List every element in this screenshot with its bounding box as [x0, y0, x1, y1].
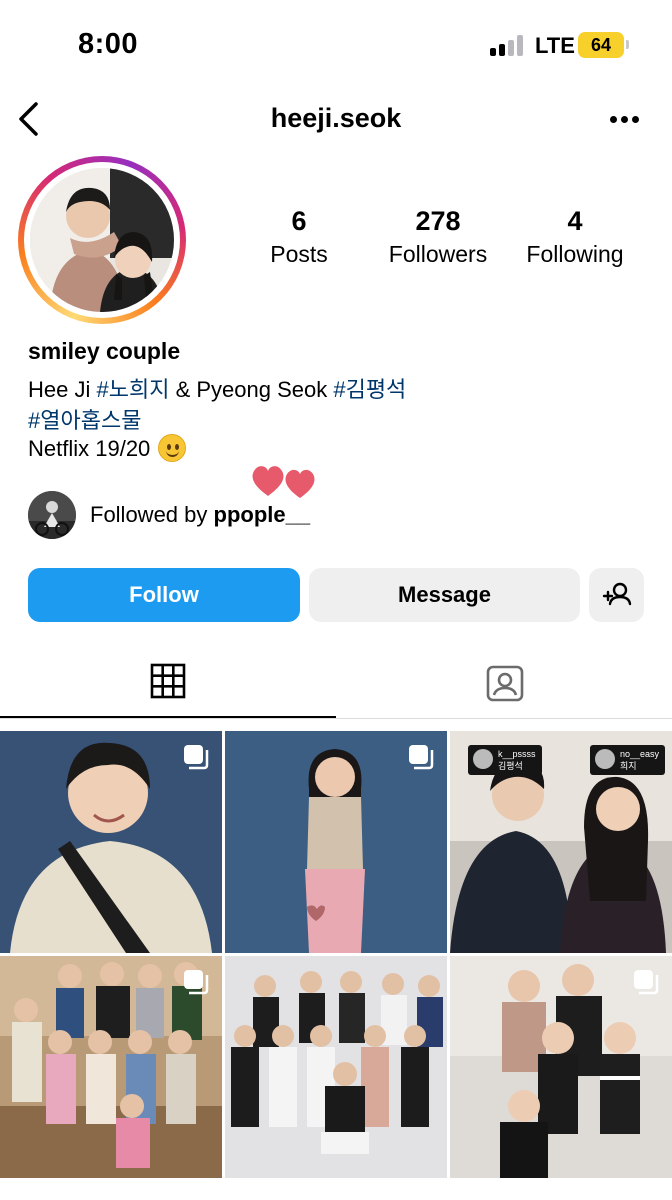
post-thumbnail[interactable] — [225, 956, 447, 1178]
bio-line-3: Netflix 19/20 — [28, 434, 187, 462]
profile-display-name: smiley couple — [28, 338, 181, 364]
hashtag-link[interactable]: #김평석 — [333, 377, 406, 402]
avatar-story-ring[interactable] — [18, 156, 186, 324]
bio-text: Hee Ji — [28, 377, 97, 402]
followers-label: Followers — [388, 241, 488, 267]
stat-followers[interactable]: 278 Followers — [380, 206, 496, 268]
tab-divider — [0, 718, 672, 719]
stat-following[interactable]: 4 Following — [518, 206, 632, 268]
story-tag-handle: no__easy — [620, 749, 660, 759]
battery-level: 64 — [578, 32, 624, 58]
followed-by-username[interactable]: ppople__ — [214, 502, 311, 527]
heart-icon — [250, 462, 320, 502]
multiple-posts-icon — [182, 743, 210, 771]
post-thumbnail[interactable] — [225, 731, 447, 953]
grid-icon[interactable] — [150, 663, 186, 699]
posts-label: Posts — [270, 241, 328, 267]
bio-line-1: Hee Ji #노희지 & Pyeong Seok #김평석 — [28, 372, 406, 404]
following-label: Following — [526, 241, 624, 267]
multiple-posts-icon — [182, 968, 210, 996]
avatar — [30, 168, 174, 312]
stat-posts: 6 Posts — [264, 206, 334, 268]
post-thumbnail[interactable] — [0, 731, 222, 953]
smiling-face-icon — [158, 434, 187, 462]
status-time: 8:00 — [78, 28, 139, 60]
suggest-users-button[interactable] — [589, 568, 644, 622]
signal-strength-icon — [490, 34, 526, 56]
followed-by-text[interactable]: Followed by ppople__ — [90, 502, 310, 528]
followers-count: 278 — [415, 206, 461, 236]
message-button[interactable]: Message — [309, 568, 580, 622]
ellipsis-icon[interactable] — [606, 116, 642, 126]
status-bar: 8:00 LTE 64 — [0, 0, 672, 90]
add-person-icon — [602, 582, 632, 606]
story-mention-tag: no__easy 희지 — [590, 745, 666, 775]
bio-text: Netflix 19/20 — [28, 436, 151, 461]
post-thumbnail[interactable] — [450, 956, 672, 1178]
tagged-person-icon[interactable] — [485, 663, 525, 703]
following-count: 4 — [567, 206, 583, 236]
story-tag-handle: k__pssss — [498, 749, 536, 759]
story-tag-name: 희지 — [620, 761, 637, 771]
multiple-posts-icon — [632, 968, 660, 996]
follow-button[interactable]: Follow — [28, 568, 300, 622]
post-thumbnail[interactable] — [0, 956, 222, 1178]
story-mention-tag: k__pssss 김평석 — [468, 745, 542, 775]
network-type: LTE — [535, 33, 575, 58]
profile-username-title: heeji.seok — [270, 103, 402, 133]
bio-text: & Pyeong Seok — [169, 377, 334, 402]
posts-count: 6 — [291, 206, 307, 236]
post-thumbnail[interactable]: k__pssss 김평석 no__easy 희지 — [450, 731, 672, 953]
multiple-posts-icon — [407, 743, 435, 771]
hashtag-link[interactable]: #열아홉스물 — [28, 408, 141, 433]
hashtag-link[interactable]: #노희지 — [96, 377, 169, 402]
story-tag-name: 김평석 — [498, 761, 523, 771]
follower-avatar[interactable] — [28, 491, 76, 539]
followed-by-prefix: Followed by — [90, 502, 214, 527]
battery-tip — [626, 40, 629, 49]
bio-line-2: #열아홉스물 — [28, 403, 141, 435]
